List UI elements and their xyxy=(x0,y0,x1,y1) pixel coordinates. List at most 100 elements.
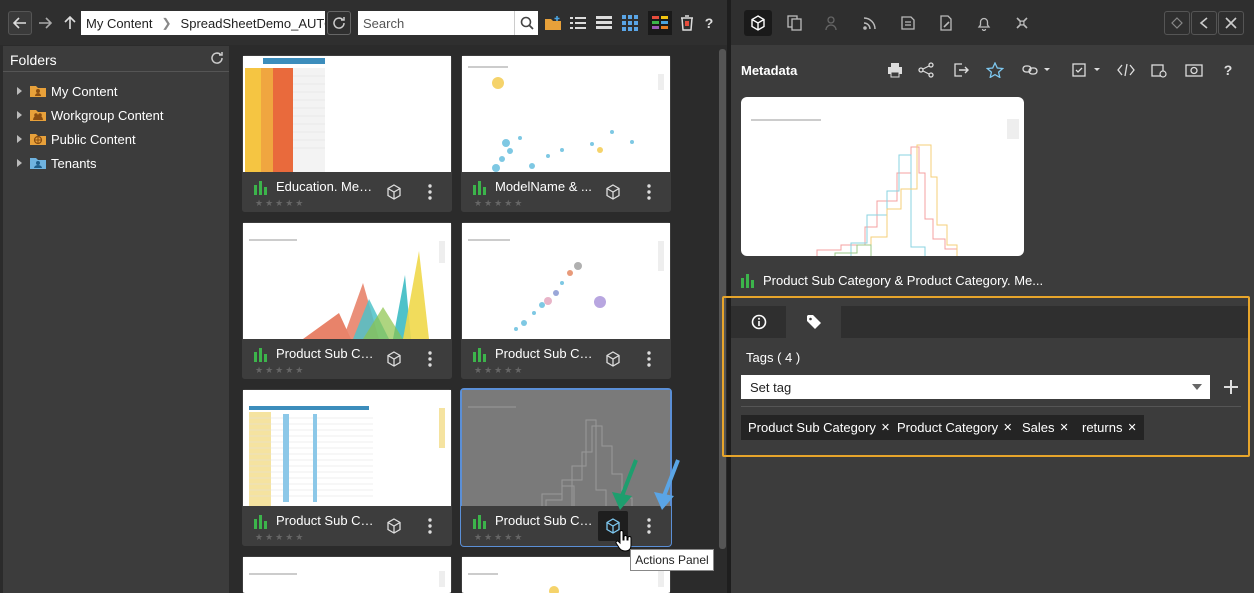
rating-stars[interactable]: ★★★★★ xyxy=(255,365,305,376)
search-button[interactable] xyxy=(514,11,538,35)
more-options-button[interactable] xyxy=(643,515,655,537)
expand-triangle-icon[interactable] xyxy=(17,135,22,143)
actions-panel-button[interactable] xyxy=(602,348,624,370)
copy-button[interactable] xyxy=(782,11,808,35)
help-button[interactable]: ? xyxy=(697,11,721,35)
new-folder-button[interactable] xyxy=(541,11,565,35)
edit-button[interactable] xyxy=(933,11,959,35)
rating-stars[interactable]: ★★★★★ xyxy=(474,365,524,376)
back-button[interactable] xyxy=(8,11,32,35)
blue-arrow-shaft xyxy=(662,459,680,497)
public-folder-icon xyxy=(30,134,46,145)
card-footer: Product Sub Cat... ★★★★★ xyxy=(242,339,452,379)
folder-workgroup-content[interactable]: Workgroup Content xyxy=(17,104,164,126)
list-view-button[interactable] xyxy=(566,11,590,35)
expand-triangle-icon[interactable] xyxy=(17,87,22,95)
card-footer: Product Sub Cat... ★★★★★ xyxy=(461,339,671,379)
new-folder-icon xyxy=(545,16,561,30)
report-thumbnail[interactable] xyxy=(462,56,670,172)
kebab-menu-icon xyxy=(428,351,432,367)
more-options-button[interactable] xyxy=(424,515,436,537)
more-options-button[interactable] xyxy=(424,181,436,203)
folder-label: My Content xyxy=(51,83,118,99)
report-thumbnail[interactable] xyxy=(462,223,670,339)
expand-triangle-icon[interactable] xyxy=(17,159,22,167)
cube-icon xyxy=(387,518,401,534)
report-thumbnail[interactable] xyxy=(243,390,451,506)
tenants-folder-icon xyxy=(30,158,46,169)
collapse-button[interactable] xyxy=(1191,11,1217,35)
table-thumbnail-image xyxy=(245,58,325,172)
rating-stars[interactable]: ★★★★★ xyxy=(255,532,305,543)
more-options-button[interactable] xyxy=(424,348,436,370)
actions-panel-button[interactable] xyxy=(602,181,624,203)
report-title-text: Product Sub Category & Product Category.… xyxy=(763,273,1044,288)
refresh-button[interactable] xyxy=(327,11,351,35)
more-options-button[interactable] xyxy=(643,348,655,370)
print-button[interactable] xyxy=(883,58,907,82)
share-button[interactable] xyxy=(914,58,938,82)
folders-refresh-button[interactable] xyxy=(210,51,224,65)
forward-button[interactable] xyxy=(33,11,57,35)
recycle-bin-button[interactable] xyxy=(675,11,699,35)
folder-tenants[interactable]: Tenants xyxy=(17,152,97,174)
bubble-thumbnail-image xyxy=(468,239,664,331)
calendar-icon xyxy=(1151,64,1167,78)
schedule-menu-button[interactable] xyxy=(1068,58,1106,82)
content-types-button[interactable] xyxy=(648,11,672,35)
rating-stars[interactable]: ★★★★★ xyxy=(255,198,305,209)
snapshot-button[interactable] xyxy=(1182,58,1206,82)
breadcrumb-item[interactable]: My Content xyxy=(86,16,152,31)
report-thumbnail[interactable] xyxy=(243,223,451,339)
annotation-arrows xyxy=(612,459,680,510)
pin-button[interactable] xyxy=(1164,11,1190,35)
actions-panel-tab[interactable] xyxy=(744,10,772,36)
chart-thumbnail-image xyxy=(249,571,445,587)
storyboard-button[interactable] xyxy=(895,11,921,35)
report-card[interactable]: Education. Meas... ★★★★★ xyxy=(242,55,452,212)
refresh-icon xyxy=(333,17,345,29)
details-view-icon xyxy=(596,16,612,29)
search-input[interactable] xyxy=(358,11,514,35)
diamond-icon xyxy=(1171,17,1183,29)
report-card[interactable]: Product Sub Cat... ★★★★★ xyxy=(461,222,671,379)
share-user-button[interactable] xyxy=(819,11,845,35)
folder-public-content[interactable]: Public Content xyxy=(17,128,136,150)
folder-my-content[interactable]: My Content xyxy=(17,80,117,102)
breadcrumb-item[interactable]: SpreadSheetDemo_AUTO xyxy=(181,16,325,31)
report-card[interactable] xyxy=(242,556,452,593)
rss-button[interactable] xyxy=(857,11,883,35)
help-button[interactable]: ? xyxy=(1216,58,1240,82)
up-button[interactable] xyxy=(58,11,82,35)
report-card[interactable]: Product Sub Cat... ★★★★★ xyxy=(242,389,452,546)
arrow-left-icon xyxy=(13,17,26,29)
link-menu-button[interactable] xyxy=(1018,58,1056,82)
rating-stars[interactable]: ★★★★★ xyxy=(474,532,524,543)
alerts-button[interactable] xyxy=(971,11,997,35)
favorite-button[interactable] xyxy=(983,58,1007,82)
subscribe-button[interactable] xyxy=(1147,58,1171,82)
breadcrumb[interactable]: My Content ❯ SpreadSheetDemo_AUTO xyxy=(81,11,325,35)
report-preview[interactable] xyxy=(741,97,1024,256)
export-button[interactable] xyxy=(949,58,973,82)
actions-panel-button[interactable] xyxy=(383,515,405,537)
report-thumbnail[interactable] xyxy=(243,56,451,172)
chart-report-icon xyxy=(254,181,267,195)
settings-button[interactable] xyxy=(1009,11,1035,35)
expand-triangle-icon[interactable] xyxy=(17,111,22,119)
details-view-button[interactable] xyxy=(592,11,616,35)
camera-icon xyxy=(1185,64,1203,77)
actions-panel-button[interactable] xyxy=(383,348,405,370)
embed-button[interactable] xyxy=(1114,58,1138,82)
actions-panel-button[interactable] xyxy=(383,181,405,203)
arrow-right-icon xyxy=(39,17,52,29)
schedule-icon xyxy=(1072,63,1100,77)
more-options-button[interactable] xyxy=(643,181,655,203)
close-button[interactable] xyxy=(1218,11,1244,35)
rating-stars[interactable]: ★★★★★ xyxy=(474,198,524,209)
card-title: ModelName & ... xyxy=(495,179,592,194)
tiles-view-button[interactable] xyxy=(618,11,642,35)
report-thumbnail[interactable] xyxy=(243,557,451,593)
report-card[interactable]: ModelName & ... ★★★★★ xyxy=(461,55,671,212)
report-card[interactable]: Product Sub Cat... ★★★★★ xyxy=(242,222,452,379)
